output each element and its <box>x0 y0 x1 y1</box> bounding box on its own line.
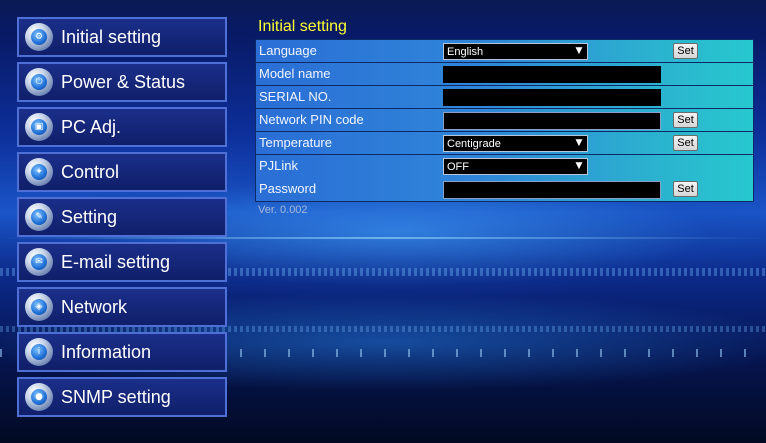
sidebar-item-label: Network <box>61 296 128 317</box>
serial-no-value <box>443 89 661 106</box>
email-icon: ✉ <box>25 248 53 276</box>
initial-setting-icon: ⚙ <box>25 23 53 51</box>
pc-adj-icon: ▣ <box>25 113 53 141</box>
language-set-button[interactable]: Set <box>673 43 698 59</box>
language-label: Language <box>259 43 317 58</box>
control-icon: ✦ <box>25 158 53 186</box>
password-row: Password Set <box>256 178 753 201</box>
sidebar-item-label: Information <box>61 341 152 362</box>
sidebar-item-label: E-mail setting <box>61 251 171 272</box>
serial-no-row: SERIAL NO. <box>256 86 753 109</box>
sidebar-item-email-setting[interactable]: ✉ E-mail setting <box>17 242 227 282</box>
password-set-button[interactable]: Set <box>673 181 698 197</box>
temperature-select-value: Centigrade <box>447 137 501 150</box>
model-name-label: Model name <box>259 66 331 81</box>
sidebar-item-control[interactable]: ✦ Control <box>17 152 227 192</box>
settings-panel: Initial setting Language English ▼ Set M… <box>255 17 755 216</box>
version-text: Ver. 0.002 <box>258 204 308 216</box>
sidebar-menu: ⚙ Initial setting ⏻ Power & Status ▣ PC … <box>17 17 227 422</box>
temperature-select[interactable]: Centigrade ▼ <box>443 135 588 152</box>
page-title: Initial setting <box>258 18 347 35</box>
sidebar-item-label: Setting <box>61 206 118 227</box>
sidebar-item-label: PC Adj. <box>61 116 122 137</box>
network-icon: ◈ <box>25 293 53 321</box>
network-pin-input[interactable] <box>443 112 661 130</box>
language-row: Language English ▼ Set <box>256 40 753 63</box>
serial-no-label: SERIAL NO. <box>259 89 332 104</box>
sidebar-item-setting[interactable]: ✎ Setting <box>17 197 227 237</box>
sidebar-item-label: Power & Status <box>61 71 186 92</box>
language-select-value: English <box>447 45 484 58</box>
pjlink-select-value: OFF <box>447 160 469 173</box>
temperature-row: Temperature Centigrade ▼ Set <box>256 132 753 155</box>
temperature-set-button[interactable]: Set <box>673 135 698 151</box>
sidebar-item-information[interactable]: i Information <box>17 332 227 372</box>
chevron-down-icon: ▼ <box>575 138 583 148</box>
pjlink-row: PJLink OFF ▼ <box>256 155 753 178</box>
setting-icon: ✎ <box>25 203 53 231</box>
sidebar-item-initial-setting[interactable]: ⚙ Initial setting <box>17 17 227 57</box>
sidebar-item-network[interactable]: ◈ Network <box>17 287 227 327</box>
sidebar-item-power-status[interactable]: ⏻ Power & Status <box>17 62 227 102</box>
network-pin-label: Network PIN code <box>259 112 364 127</box>
snmp-icon: ● <box>25 383 53 411</box>
sidebar-item-label: Initial setting <box>61 26 162 47</box>
model-name-row: Model name <box>256 63 753 86</box>
information-icon: i <box>25 338 53 366</box>
pjlink-label: PJLink <box>259 158 299 173</box>
sidebar-item-snmp-setting[interactable]: ● SNMP setting <box>17 377 227 417</box>
password-input[interactable] <box>443 181 661 199</box>
network-pin-row: Network PIN code Set <box>256 109 753 132</box>
temperature-label: Temperature <box>259 135 332 150</box>
network-pin-set-button[interactable]: Set <box>673 112 698 128</box>
power-status-icon: ⏻ <box>25 68 53 96</box>
chevron-down-icon: ▼ <box>575 46 583 56</box>
password-label: Password <box>259 181 317 196</box>
sidebar-item-pc-adj[interactable]: ▣ PC Adj. <box>17 107 227 147</box>
sidebar-item-label: Control <box>61 161 120 182</box>
chevron-down-icon: ▼ <box>575 161 583 171</box>
model-name-value <box>443 66 661 83</box>
settings-table: Language English ▼ Set Model name SERIAL… <box>255 39 754 202</box>
sidebar-item-label: SNMP setting <box>61 386 171 407</box>
pjlink-select[interactable]: OFF ▼ <box>443 158 588 175</box>
language-select[interactable]: English ▼ <box>443 43 588 60</box>
